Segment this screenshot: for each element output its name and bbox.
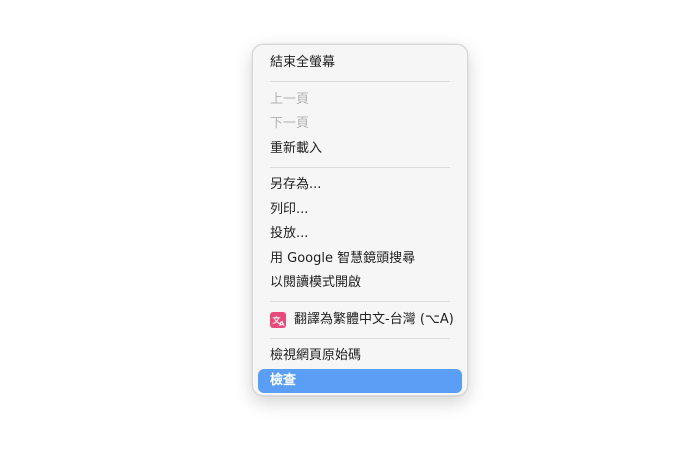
menu-separator <box>270 166 450 168</box>
menu-item-reload[interactable]: 重新載入 <box>258 137 462 162</box>
svg-text:A: A <box>279 320 285 328</box>
menu-item-reading-mode[interactable]: 以閱讀模式開啟 <box>258 271 462 296</box>
menu-item-translate[interactable]: 文 A 翻譯為繁體中文-台灣 (⌥A) <box>258 308 462 333</box>
menu-separator <box>270 81 450 82</box>
menu-item-print[interactable]: 列印... <box>258 198 462 223</box>
translate-icon: 文 A <box>270 311 286 328</box>
menu-separator <box>270 301 450 302</box>
menu-item-translate-label: 翻譯為繁體中文-台灣 (⌥A) <box>294 311 454 327</box>
menu-item-exit-fullscreen[interactable]: 結束全螢幕 <box>258 51 462 76</box>
menu-item-save-as[interactable]: 另存為... <box>258 173 462 198</box>
menu-item-forward: 下一頁 <box>270 116 310 131</box>
context-menu: 結束全螢幕 上一頁 下一頁 重新載入 另存為... 列印... 投放... 用 … <box>252 44 468 396</box>
menu-item-google-lens[interactable]: 用 Google 智慧鏡頭搜尋 <box>258 247 462 272</box>
menu-item-inspect[interactable]: 檢查 <box>258 368 462 393</box>
menu-item-cast[interactable]: 投放... <box>258 222 462 247</box>
menu-separator <box>270 337 450 339</box>
menu-item-back: 上一頁 <box>270 91 310 107</box>
menu-item-view-source[interactable]: 檢視網頁原始碼 <box>258 344 462 369</box>
